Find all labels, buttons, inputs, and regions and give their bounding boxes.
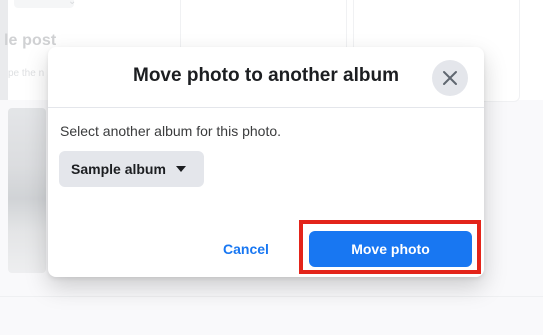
close-icon: [443, 71, 457, 85]
cancel-button[interactable]: Cancel: [214, 231, 278, 267]
move-photo-dialog: Move photo to another album Select anoth…: [48, 47, 484, 277]
move-photo-button[interactable]: Move photo: [309, 231, 472, 267]
caret-down-icon: [175, 166, 186, 172]
dialog-header: Move photo to another album: [48, 47, 484, 108]
dialog-prompt: Select another album for this photo.: [60, 123, 282, 139]
album-dropdown[interactable]: Sample album: [59, 151, 204, 187]
album-dropdown-label: Sample album: [71, 161, 166, 177]
close-button[interactable]: [432, 60, 468, 96]
dialog-title: Move photo to another album: [133, 65, 399, 86]
